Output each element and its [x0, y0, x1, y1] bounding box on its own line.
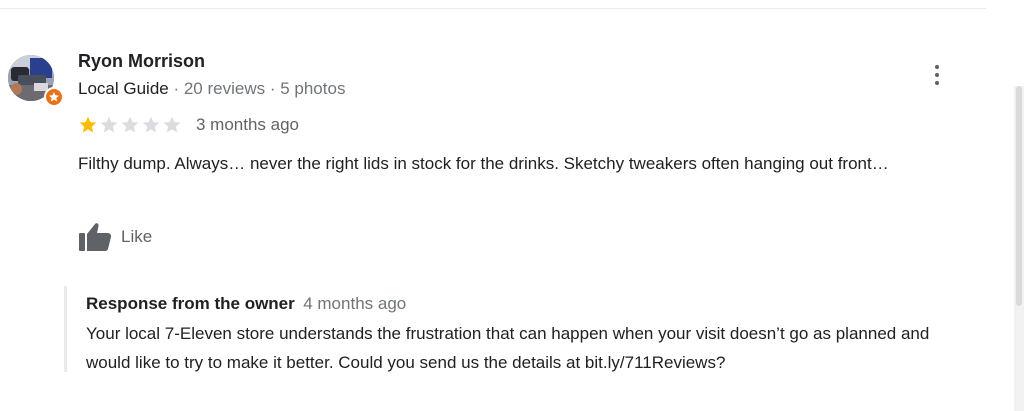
star-empty-icon — [100, 116, 118, 133]
star-empty-icon — [121, 116, 139, 133]
reviewer-name[interactable]: Ryon Morrison — [78, 51, 205, 72]
like-label: Like — [121, 227, 153, 246]
rating-row: 3 months ago — [78, 114, 299, 136]
review-time: 3 months ago — [196, 115, 300, 134]
meta-separator: · — [168, 79, 184, 98]
meta-separator: · — [265, 79, 281, 98]
owner-response-text: Your local 7-Eleven store understands th… — [86, 324, 930, 372]
like-button[interactable]: Like — [78, 220, 152, 254]
review-page: Ryon Morrison Local Guide · 20 reviews ·… — [0, 0, 1024, 411]
review-text: Filthy dump. Always… never the right lid… — [78, 154, 889, 173]
photo-count: 5 photos — [280, 79, 346, 98]
star-rating — [78, 115, 183, 135]
local-guide-badge-icon — [44, 87, 64, 107]
star-filled-icon — [79, 116, 97, 133]
star-empty-icon — [163, 116, 181, 133]
more-options-button[interactable] — [925, 60, 949, 90]
reviewer-avatar-container[interactable] — [8, 55, 66, 109]
owner-response-header: Response from the owner 4 months ago — [86, 294, 406, 314]
scrollbar-thumb[interactable] — [1016, 86, 1022, 306]
owner-response-time: 4 months ago — [303, 294, 407, 313]
scrollbar[interactable] — [1014, 86, 1024, 411]
review-count: 20 reviews — [183, 79, 266, 98]
thumbs-up-icon — [79, 223, 112, 251]
top-divider — [0, 8, 986, 9]
star-empty-icon — [142, 116, 160, 133]
more-vert-icon — [935, 63, 939, 87]
local-guide-label: Local Guide — [78, 79, 169, 98]
owner-response-title: Response from the owner — [86, 294, 295, 313]
owner-response: Response from the owner 4 months ago You… — [64, 286, 967, 372]
reviewer-meta[interactable]: Local Guide · 20 reviews · 5 photos — [78, 79, 345, 99]
